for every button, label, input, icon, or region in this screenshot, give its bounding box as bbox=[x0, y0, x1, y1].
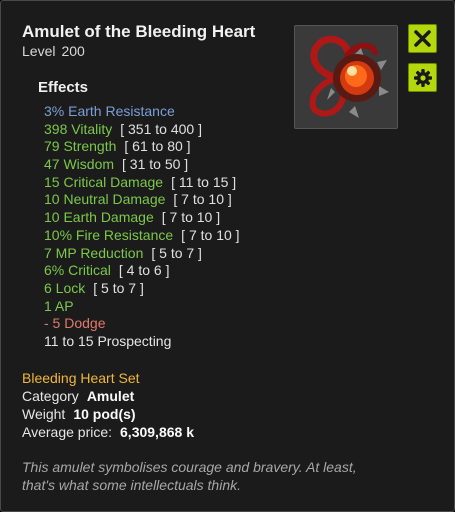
item-tooltip-panel: Amulet of the Bleeding Heart Level 200 E… bbox=[0, 0, 455, 512]
effect-row: 6 Lock [ 5 to 7 ] bbox=[44, 280, 240, 298]
amulet-image bbox=[294, 25, 398, 129]
effects-list: 3% Earth Resistance 398 Vitality [ 351 to … bbox=[44, 103, 240, 351]
effect-row: 1 AP bbox=[44, 298, 240, 316]
effect-range: [ 61 to 80 ] bbox=[124, 138, 191, 155]
level-label: Level bbox=[22, 43, 56, 59]
weight-label: Weight bbox=[22, 406, 66, 422]
effects-heading: Effects bbox=[38, 79, 89, 96]
effect-row: 47 Wisdom [ 31 to 50 ] bbox=[44, 156, 240, 174]
effect-text: 10 Neutral Damage bbox=[44, 191, 166, 208]
effect-text: 1 AP bbox=[44, 297, 74, 314]
effect-range: [ 4 to 6 ] bbox=[118, 262, 170, 279]
effect-row: 10 Neutral Damage [ 7 to 10 ] bbox=[44, 191, 240, 209]
effect-text: - 5 Dodge bbox=[44, 315, 106, 332]
item-level: Level 200 bbox=[22, 43, 85, 59]
effect-text: 7 MP Reduction bbox=[44, 244, 144, 261]
effect-text: 15 Critical Damage bbox=[44, 173, 164, 190]
amulet-icon bbox=[309, 35, 389, 118]
close-button[interactable] bbox=[408, 24, 437, 53]
price-value: 6,309,868 k bbox=[120, 424, 194, 440]
effect-range: [ 11 to 15 ] bbox=[171, 173, 237, 190]
effect-text: 47 Wisdom bbox=[44, 156, 115, 173]
category-value: Amulet bbox=[86, 388, 135, 404]
item-name: Amulet of the Bleeding Heart bbox=[22, 22, 256, 41]
set-name-link[interactable]: Bleeding Heart Set bbox=[22, 370, 140, 386]
price-row: Average price: 6,309,868 k bbox=[22, 424, 194, 440]
weight-row: Weight 10 pod(s) bbox=[22, 406, 136, 422]
effect-range: [ 5 to 7 ] bbox=[93, 279, 144, 296]
effect-row: 79 Strength [ 61 to 80 ] bbox=[44, 138, 240, 156]
weight-value: 10 pod(s) bbox=[73, 406, 136, 422]
effect-row: 7 MP Reduction [ 5 to 7 ] bbox=[44, 245, 240, 263]
category-label: Category bbox=[22, 388, 79, 404]
effect-text: 10 Earth Damage bbox=[44, 209, 154, 226]
effect-row: 11 to 15 Prospecting bbox=[44, 333, 240, 351]
item-description: This amulet symbolises courage and brave… bbox=[22, 459, 357, 493]
effect-text: 6% Critical bbox=[44, 262, 111, 279]
effect-row: 6% Critical [ 4 to 6 ] bbox=[44, 262, 240, 280]
effect-row: 398 Vitality [ 351 to 400 ] bbox=[44, 121, 240, 139]
price-label: Average price: bbox=[22, 424, 113, 440]
effect-range: [ 7 to 10 ] bbox=[181, 226, 240, 243]
effect-range: [ 5 to 7 ] bbox=[151, 244, 202, 261]
effect-text: 3% Earth Resistance bbox=[44, 103, 175, 119]
effect-row: 10 Earth Damage [ 7 to 10 ] bbox=[44, 209, 240, 227]
effect-text: 398 Vitality bbox=[44, 120, 113, 137]
effect-row: - 5 Dodge bbox=[44, 315, 240, 333]
effect-text: 6 Lock bbox=[44, 279, 86, 296]
level-value: 200 bbox=[61, 43, 85, 59]
effect-range: [ 7 to 10 ] bbox=[173, 191, 232, 208]
effect-range: [ 7 to 10 ] bbox=[161, 209, 221, 226]
effect-range: [ 31 to 50 ] bbox=[122, 156, 189, 173]
effect-text: 79 Strength bbox=[44, 138, 117, 155]
effect-text: 11 to 15 Prospecting bbox=[44, 332, 172, 349]
effect-row: 3% Earth Resistance bbox=[44, 103, 240, 121]
effect-text: 10% Fire Resistance bbox=[44, 226, 174, 243]
settings-button[interactable] bbox=[408, 63, 437, 92]
effect-row: 15 Critical Damage [ 11 to 15 ] bbox=[44, 174, 240, 192]
gear-icon bbox=[413, 68, 432, 87]
category-row: Category Amulet bbox=[22, 388, 134, 404]
close-icon bbox=[414, 30, 431, 47]
effect-range: [ 351 to 400 ] bbox=[120, 120, 202, 137]
effect-row: 10% Fire Resistance [ 7 to 10 ] bbox=[44, 227, 240, 245]
